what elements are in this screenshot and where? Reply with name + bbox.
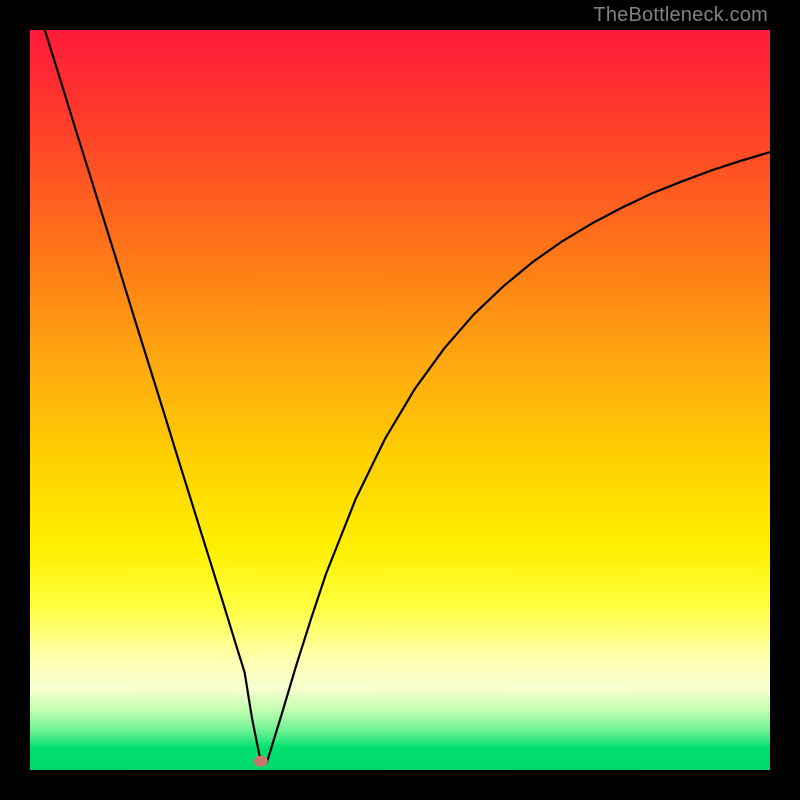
chart-frame	[0, 0, 800, 800]
watermark-text: TheBottleneck.com	[593, 4, 768, 27]
